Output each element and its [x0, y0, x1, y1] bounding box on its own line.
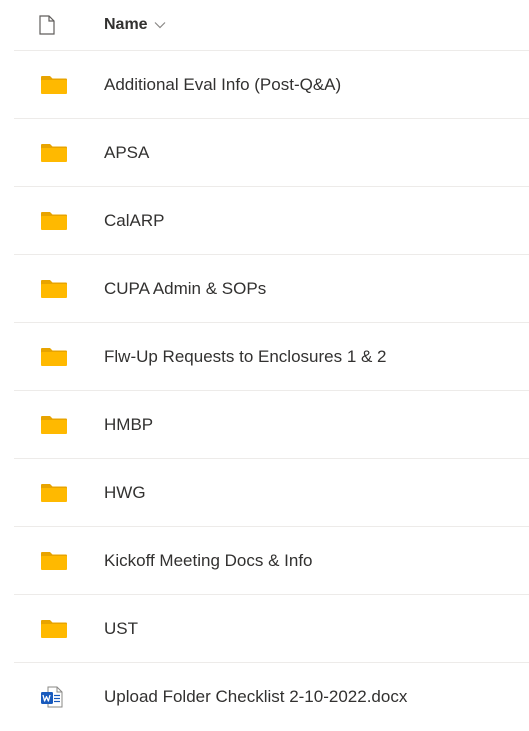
item-name[interactable]: UST — [104, 619, 138, 639]
list-item[interactable]: APSA — [14, 119, 529, 187]
folder-icon — [14, 279, 104, 299]
item-name[interactable]: Upload Folder Checklist 2-10-2022.docx — [104, 687, 407, 707]
item-name[interactable]: CalARP — [104, 211, 164, 231]
list-item[interactable]: HMBP — [14, 391, 529, 459]
list-item[interactable]: UST — [14, 595, 529, 663]
item-name[interactable]: Kickoff Meeting Docs & Info — [104, 551, 313, 571]
name-column-header[interactable]: Name — [104, 16, 166, 34]
item-name[interactable]: HWG — [104, 483, 146, 503]
item-name[interactable]: CUPA Admin & SOPs — [104, 279, 266, 299]
list-item[interactable]: Upload Folder Checklist 2-10-2022.docx — [14, 663, 529, 731]
item-name[interactable]: Additional Eval Info (Post-Q&A) — [104, 75, 341, 95]
name-column-header-label: Name — [104, 16, 148, 33]
item-name[interactable]: Flw-Up Requests to Enclosures 1 & 2 — [104, 347, 387, 367]
folder-icon — [14, 143, 104, 163]
file-type-column-header[interactable] — [14, 15, 104, 35]
folder-icon — [14, 75, 104, 95]
list-item[interactable]: CUPA Admin & SOPs — [14, 255, 529, 323]
chevron-down-icon — [154, 21, 166, 29]
folder-icon — [14, 415, 104, 435]
column-header-row: Name — [14, 0, 529, 51]
folder-icon — [14, 483, 104, 503]
list-item[interactable]: CalARP — [14, 187, 529, 255]
word-document-icon — [14, 686, 104, 708]
list-item[interactable]: Flw-Up Requests to Enclosures 1 & 2 — [14, 323, 529, 391]
document-icon — [39, 15, 55, 35]
folder-icon — [14, 619, 104, 639]
folder-icon — [14, 211, 104, 231]
list-item[interactable]: HWG — [14, 459, 529, 527]
item-name[interactable]: HMBP — [104, 415, 153, 435]
file-list: Name Additional Eval Info (Post-Q&A) APS… — [14, 0, 529, 731]
list-item[interactable]: Kickoff Meeting Docs & Info — [14, 527, 529, 595]
folder-icon — [14, 347, 104, 367]
item-name[interactable]: APSA — [104, 143, 149, 163]
list-item[interactable]: Additional Eval Info (Post-Q&A) — [14, 51, 529, 119]
folder-icon — [14, 551, 104, 571]
